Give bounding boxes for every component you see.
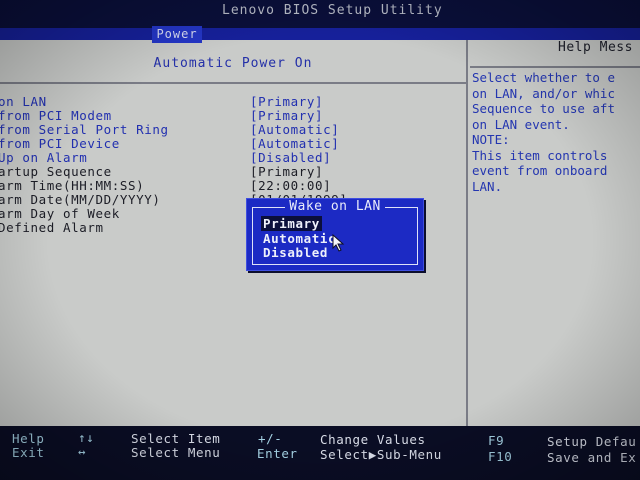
help-line: This item controls [472,147,608,163]
help-key: Help [12,431,45,446]
setup-defaults-label: Setup Defau [547,434,637,449]
setting-value: [Primary] [250,164,324,179]
help-panel: Help Mess Select whether to e on LAN, an… [470,40,640,426]
setting-value[interactable]: [Primary] [250,108,323,123]
tab-bar [0,28,640,40]
help-line: Select whether to e [472,70,615,85]
help-line: on LAN, and/or whic [472,85,615,101]
setting-label: Defined Alarm [0,220,104,235]
f9-key: F9 [488,433,505,448]
help-title: Help Mess [558,40,633,55]
setting-label: arm Time(HH:MM:SS) [0,178,145,193]
setting-label: on LAN [0,94,47,109]
help-line: Sequence to use aft [472,101,615,116]
plus-minus-key: +/- [258,431,283,446]
bios-screen: Lenovo BIOS Setup Utility Power Automati… [0,0,640,480]
popup-option-disabled[interactable]: Disabled [261,245,330,260]
setting-label: from PCI Device [0,136,120,151]
help-text: Select whether to e on LAN, and/or whic … [472,70,640,194]
settings-header: Automatic Power On [0,40,466,84]
setting-value[interactable]: [Disabled] [250,150,331,165]
change-values-label: Change Values [320,432,426,447]
section-title: Automatic Power On [153,56,313,71]
key-legend-footer: Help Exit ↑↓ ↔ Select Item Select Menu +… [0,426,640,480]
select-item-label: Select Item [131,431,221,446]
save-and-exit-label: Save and Ex [547,450,637,465]
setting-value[interactable]: [Automatic] [250,122,339,137]
setting-label: Up on Alarm [0,150,88,165]
setting-row-serial-port-ring[interactable]: from Serial Port Ring [Automatic] [0,122,466,137]
setting-value: [22:00:00] [250,178,332,193]
setting-label: arm Day of Week [0,206,120,221]
exit-key: Exit [12,445,45,460]
setting-row-pci-device[interactable]: from PCI Device [Automatic] [0,136,466,151]
help-header: Help Mess [470,40,640,68]
popup-title-text: Wake on LAN [285,199,385,214]
setting-row-up-on-alarm[interactable]: Up on Alarm [Disabled] [0,150,466,165]
setting-row-alarm-time: arm Time(HH:MM:SS) [22:00:00] [0,178,466,193]
help-line: on LAN event. [472,116,570,132]
setting-label: artup Sequence [0,164,112,179]
setting-label: arm Date(MM/DD/YYYY) [0,192,161,207]
setting-value[interactable]: [Primary] [250,94,323,109]
popup-title: Wake on LAN [247,199,423,214]
setting-label: from PCI Modem [0,108,112,123]
setting-row-pci-modem[interactable]: from PCI Modem [Primary] [0,108,466,123]
app-title: Lenovo BIOS Setup Utility [222,3,443,18]
setting-value[interactable]: [Automatic] [250,136,339,151]
f10-key: F10 [488,449,513,464]
setting-row-wake-on-lan[interactable]: on LAN [Primary] [0,94,466,109]
help-line: LAN. [472,178,503,194]
up-down-arrows-icon: ↑↓ [78,430,95,445]
setting-label: from Serial Port Ring [0,122,169,137]
select-menu-label: Select Menu [131,445,221,460]
sub-menu-label: Select▶Sub-Menu [320,447,442,462]
mouse-pointer-icon [332,234,345,252]
enter-key: Enter [257,446,298,461]
setting-row-startup-sequence: artup Sequence [Primary] [0,164,466,179]
left-right-arrows-icon: ↔ [78,444,87,459]
popup-option-automatic[interactable]: Automatic [261,231,338,246]
title-bar: Lenovo BIOS Setup Utility [0,0,640,28]
help-line: event from onboard [472,163,608,178]
help-line: NOTE: [472,132,510,147]
popup-option-primary[interactable]: Primary [261,216,322,231]
